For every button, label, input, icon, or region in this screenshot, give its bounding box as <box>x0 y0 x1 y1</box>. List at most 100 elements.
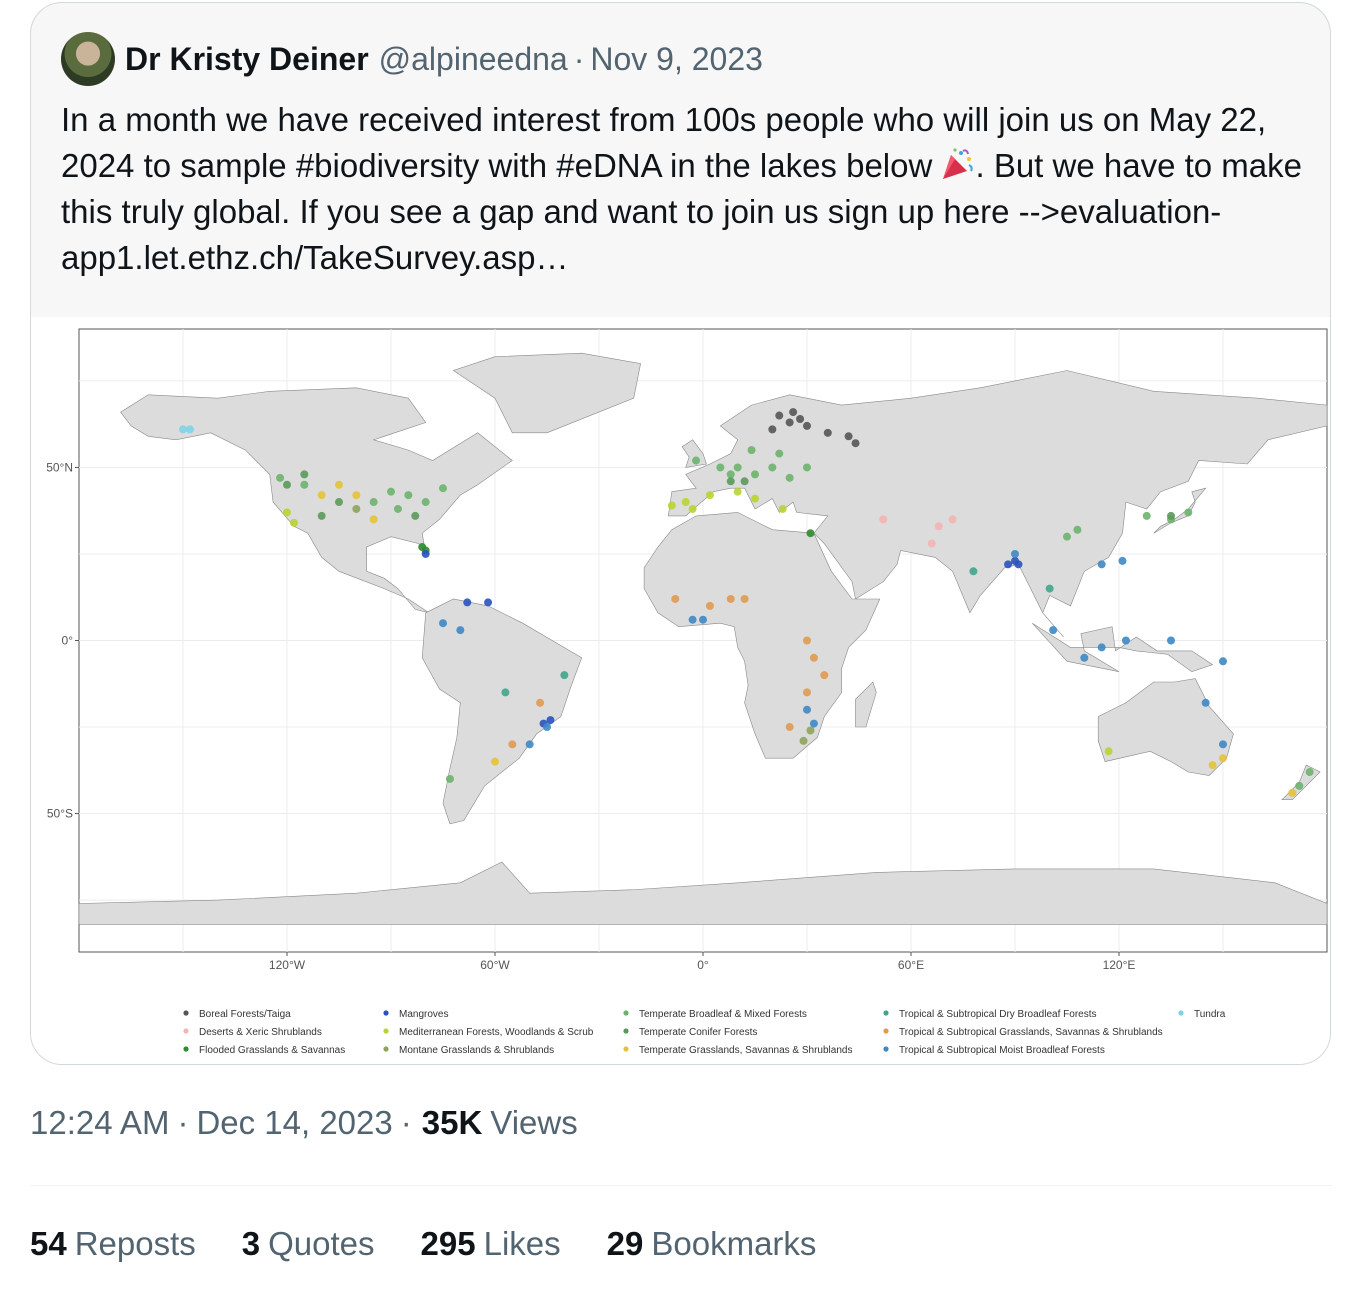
data-point <box>536 698 545 707</box>
tweet-timestamp-line: 12:24 AM · Dec 14, 2023 · 35K Views <box>30 1104 578 1142</box>
legend-swatch <box>383 1046 389 1052</box>
data-point <box>1097 560 1106 569</box>
data-point <box>317 511 326 520</box>
data-point <box>369 515 378 524</box>
legend-swatch <box>883 1028 889 1034</box>
data-point <box>1097 643 1106 652</box>
legend-label: Temperate Broadleaf & Mixed Forests <box>639 1009 807 1020</box>
author-name[interactable]: Dr Kristy Deiner <box>125 41 369 78</box>
data-point <box>1004 560 1013 569</box>
reposts-stat[interactable]: 54 Reposts <box>30 1225 196 1263</box>
data-point <box>352 504 361 513</box>
data-point <box>803 705 811 714</box>
data-point <box>768 425 777 434</box>
legend-swatch <box>623 1028 629 1034</box>
data-point <box>1073 525 1082 534</box>
legend-label: Mediterranean Forests, Woodlands & Scrub <box>399 1027 594 1038</box>
data-point <box>820 671 829 680</box>
data-point <box>809 719 818 728</box>
likes-stat[interactable]: 295 Likes <box>421 1225 561 1263</box>
data-point <box>1014 560 1023 569</box>
data-point <box>934 522 943 531</box>
data-point <box>421 498 430 507</box>
legend-label: Flooded Grasslands & Savannas <box>199 1045 345 1056</box>
data-point <box>809 653 818 662</box>
bookmarks-stat[interactable]: 29 Bookmarks <box>607 1225 817 1263</box>
data-point <box>851 439 860 448</box>
data-point <box>803 421 811 430</box>
data-point <box>546 716 555 725</box>
x-tick-label: 120°W <box>269 958 306 972</box>
map-image[interactable]: 120°W 60°W 0° 60°E 120°E 50°N 0° 50°S Boreal For… <box>31 317 1330 1064</box>
data-point <box>283 508 291 517</box>
data-point <box>740 477 749 486</box>
legend-swatch <box>383 1010 389 1016</box>
separator-dot: · <box>177 1104 189 1141</box>
data-point <box>1167 511 1175 520</box>
tweet-date[interactable]: Dec 14, 2023 <box>196 1104 392 1142</box>
x-tick-label: 0° <box>697 958 709 972</box>
quoted-tweet-card[interactable]: Dr Kristy Deiner @alpineedna · Nov 9, 20… <box>30 2 1331 1065</box>
views-label: Views <box>490 1104 578 1141</box>
views-count: 35K <box>421 1104 483 1141</box>
legend-label: Boreal Forests/Taiga <box>199 1009 291 1020</box>
data-point <box>1201 698 1210 707</box>
tweet-time[interactable]: 12:24 AM <box>30 1104 169 1142</box>
data-point <box>1208 761 1217 770</box>
y-tick-label: 50°N <box>46 460 73 474</box>
data-point <box>733 463 742 472</box>
data-point <box>1142 511 1151 520</box>
data-point <box>185 425 194 434</box>
data-point <box>692 456 701 465</box>
data-point <box>300 480 309 489</box>
author-handle[interactable]: @alpineedna <box>379 41 568 78</box>
data-point <box>1219 740 1227 749</box>
separator-dot: · <box>400 1104 412 1141</box>
legend-swatch <box>1178 1010 1184 1016</box>
data-point <box>740 594 749 603</box>
legend-swatch <box>623 1010 629 1016</box>
data-point <box>799 736 808 745</box>
quotes-stat[interactable]: 3 Quotes <box>242 1225 375 1263</box>
engagement-stats: 54 Reposts 3 Quotes 295 Likes 29 Bookmarks <box>30 1225 862 1263</box>
y-tick-label: 0° <box>62 634 74 648</box>
data-point <box>484 598 493 607</box>
data-point <box>751 494 759 503</box>
data-point <box>456 626 465 635</box>
data-point <box>352 491 361 500</box>
legend-label: Deserts & Xeric Shrublands <box>199 1027 322 1038</box>
quoted-tweet-date[interactable]: Nov 9, 2023 <box>590 41 763 78</box>
data-point <box>688 504 697 513</box>
data-point <box>369 498 378 507</box>
legend-label: Tropical & Subtropical Grasslands, Savan… <box>899 1027 1163 1038</box>
quotes-count: 3 <box>241 1225 261 1262</box>
data-point <box>1167 636 1175 645</box>
data-point <box>1219 754 1227 763</box>
quoted-tweet-header: Dr Kristy Deiner @alpineedna · Nov 9, 20… <box>61 32 763 86</box>
biome-map-chart: 120°W 60°W 0° 60°E 120°E 50°N 0° 50°S Boreal For… <box>46 328 1328 1056</box>
legend-swatch <box>623 1046 629 1052</box>
author-avatar[interactable] <box>61 32 115 86</box>
data-point <box>445 774 454 783</box>
data-point <box>844 432 853 441</box>
data-point <box>463 598 472 607</box>
reposts-count: 54 <box>30 1225 67 1262</box>
legend-label: Montane Grasslands & Shrublands <box>399 1045 554 1056</box>
data-point <box>1045 584 1054 593</box>
data-point <box>969 567 978 576</box>
data-point <box>1121 636 1130 645</box>
data-point <box>1011 549 1019 558</box>
bookmarks-count: 29 <box>606 1225 644 1262</box>
data-point <box>948 515 957 524</box>
data-point <box>823 428 832 437</box>
data-point <box>543 723 551 732</box>
data-point <box>726 477 735 486</box>
data-point <box>667 501 676 510</box>
data-point <box>411 511 420 520</box>
data-point <box>688 615 697 624</box>
data-point <box>179 425 187 434</box>
data-point <box>1295 781 1304 790</box>
data-point <box>335 498 343 507</box>
data-point <box>501 688 510 697</box>
data-point <box>803 636 811 645</box>
